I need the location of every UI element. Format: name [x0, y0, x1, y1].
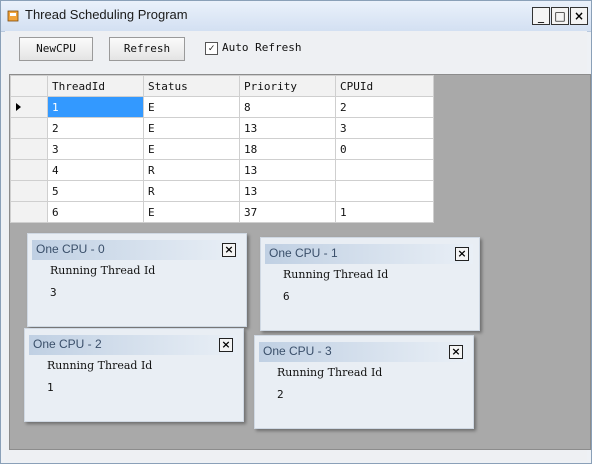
running-thread-value: 3 [50, 286, 57, 299]
table-row[interactable]: 6 E 37 1 [10, 201, 434, 223]
table-cell[interactable]: 5 [47, 180, 144, 202]
table-cell[interactable]: 18 [239, 138, 336, 160]
table-cell[interactable]: 13 [239, 117, 336, 139]
minimize-button[interactable]: _ [532, 7, 550, 25]
row-header[interactable] [10, 96, 48, 118]
title-bar[interactable]: Thread Scheduling Program _ □ × [1, 1, 591, 32]
table-cell[interactable]: 2 [335, 96, 434, 118]
table-cell[interactable]: 1 [335, 201, 434, 223]
table-cell[interactable]: 6 [47, 201, 144, 223]
running-thread-value: 1 [47, 381, 54, 394]
running-thread-value: 6 [283, 290, 290, 303]
maximize-button[interactable]: □ [551, 7, 569, 25]
close-icon[interactable]: × [455, 247, 469, 261]
close-icon[interactable]: × [222, 243, 236, 257]
auto-refresh-label: Auto Refresh [222, 41, 302, 54]
cpu-window-0[interactable]: One CPU - 0 × Running Thread Id 3 [27, 233, 247, 327]
table-cell[interactable]: 2 [47, 117, 144, 139]
cpu-window-1[interactable]: One CPU - 1 × Running Thread Id 6 [260, 237, 480, 331]
table-cell[interactable]: 4 [47, 159, 144, 181]
close-button[interactable]: × [570, 7, 588, 25]
table-cell[interactable]: 3 [335, 117, 434, 139]
cpu-window-3[interactable]: One CPU - 3 × Running Thread Id 2 [254, 335, 474, 429]
table-row[interactable]: 5 R 13 [10, 180, 434, 202]
cpu-window-2[interactable]: One CPU - 2 × Running Thread Id 1 [24, 328, 244, 422]
window-title: Thread Scheduling Program [25, 7, 188, 22]
cpu-window-titlebar[interactable]: One CPU - 3 × [259, 342, 467, 362]
new-cpu-button[interactable]: NewCPU [19, 37, 93, 61]
running-thread-value: 2 [277, 388, 284, 401]
column-header-priority[interactable]: Priority [239, 75, 336, 97]
table-cell[interactable] [335, 180, 434, 202]
main-window: Thread Scheduling Program _ □ × NewCPU R… [0, 0, 592, 464]
row-header[interactable] [10, 180, 48, 202]
table-cell[interactable]: 37 [239, 201, 336, 223]
cpu-window-titlebar[interactable]: One CPU - 0 × [32, 240, 240, 260]
column-header-threadid[interactable]: ThreadId [47, 75, 144, 97]
running-thread-label: Running Thread Id [47, 359, 153, 372]
column-header-status[interactable]: Status [143, 75, 240, 97]
running-thread-label: Running Thread Id [50, 264, 156, 277]
table-row[interactable]: 3 E 18 0 [10, 138, 434, 160]
row-header[interactable] [10, 201, 48, 223]
table-cell[interactable]: R [143, 180, 240, 202]
running-thread-label: Running Thread Id [277, 366, 383, 379]
row-header[interactable] [10, 117, 48, 139]
cpu-window-titlebar[interactable]: One CPU - 2 × [29, 335, 237, 355]
client-area: NewCPU Refresh ✓ Auto Refresh ThreadId S… [5, 31, 591, 461]
row-header[interactable] [10, 138, 48, 160]
table-cell[interactable]: 0 [335, 138, 434, 160]
table-row[interactable]: 2 E 13 3 [10, 117, 434, 139]
table-cell[interactable]: E [143, 96, 240, 118]
close-icon[interactable]: × [449, 345, 463, 359]
table-cell[interactable]: 8 [239, 96, 336, 118]
table-row[interactable]: 1 E 8 2 [10, 96, 434, 118]
row-header[interactable] [10, 159, 48, 181]
table-cell[interactable]: E [143, 201, 240, 223]
cpu-window-title: One CPU - 0 [36, 242, 105, 256]
current-row-icon [16, 103, 21, 111]
running-thread-label: Running Thread Id [283, 268, 389, 281]
table-cell[interactable]: 1 [47, 96, 144, 118]
table-cell[interactable]: E [143, 117, 240, 139]
cpu-window-titlebar[interactable]: One CPU - 1 × [265, 244, 473, 264]
app-icon [7, 10, 19, 22]
table-cell[interactable]: E [143, 138, 240, 160]
cpu-window-title: One CPU - 2 [33, 337, 102, 351]
cpu-window-title: One CPU - 1 [269, 246, 338, 260]
table-row[interactable]: 4 R 13 [10, 159, 434, 181]
refresh-button[interactable]: Refresh [109, 37, 185, 61]
cpu-window-title: One CPU - 3 [263, 344, 332, 358]
thread-grid-area: ThreadId Status Priority CPUId 1 E 8 2 2… [9, 74, 591, 450]
table-cell[interactable]: 13 [239, 159, 336, 181]
checkbox-check-icon[interactable]: ✓ [205, 42, 218, 55]
table-cell[interactable]: 3 [47, 138, 144, 160]
column-header-cpuid[interactable]: CPUId [335, 75, 434, 97]
close-icon[interactable]: × [219, 338, 233, 352]
table-cell[interactable]: R [143, 159, 240, 181]
table-cell[interactable]: 13 [239, 180, 336, 202]
row-header-corner [10, 75, 48, 97]
thread-grid: ThreadId Status Priority CPUId 1 E 8 2 2… [10, 75, 434, 223]
table-cell[interactable] [335, 159, 434, 181]
